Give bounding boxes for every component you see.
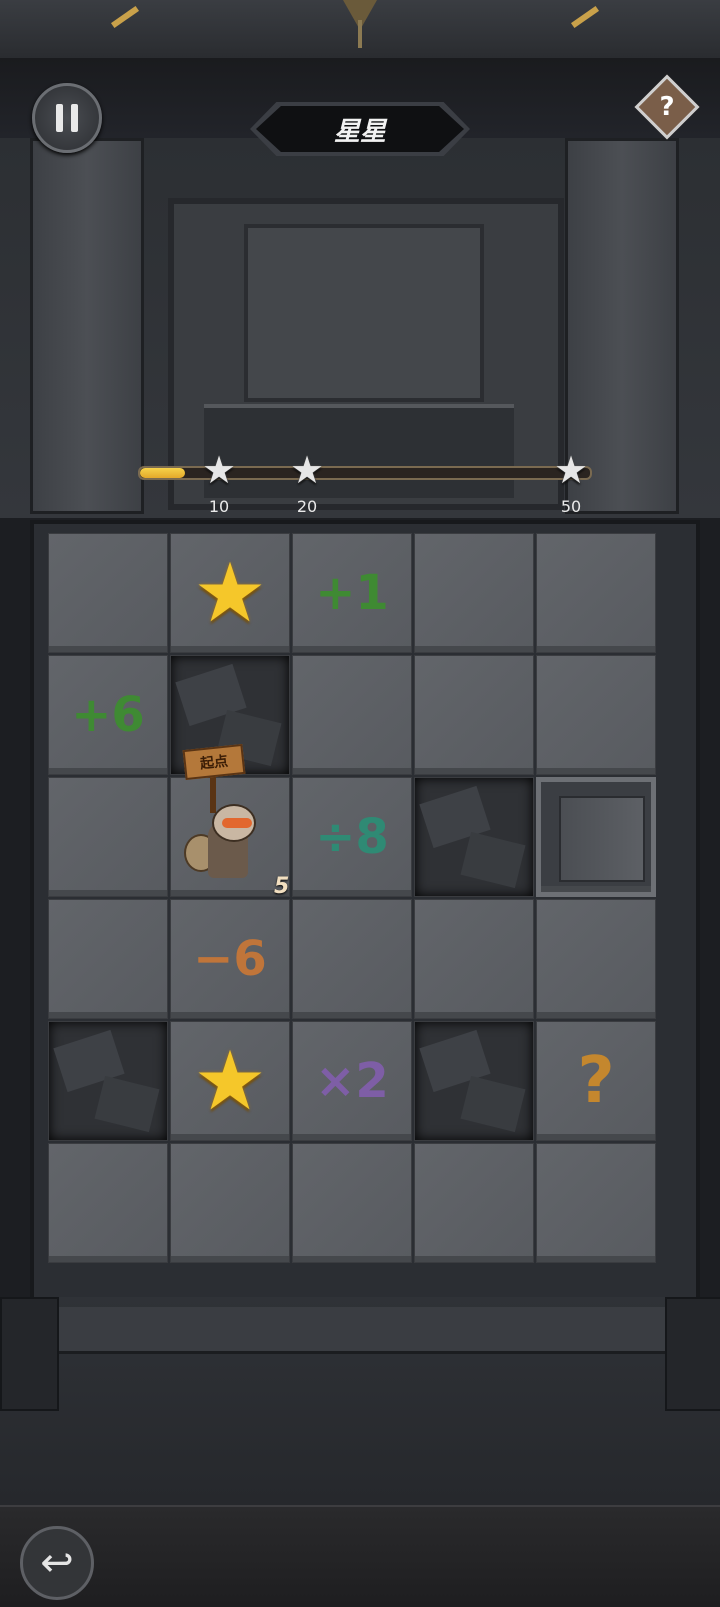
- lower-wall: [0, 1297, 720, 1505]
- pause-icon-bar-right: [71, 104, 78, 132]
- board-tile[interactable]: [48, 777, 168, 897]
- board-tile[interactable]: [292, 1143, 412, 1263]
- board-tile[interactable]: [48, 533, 168, 653]
- add-tile[interactable]: +1: [292, 533, 412, 653]
- back-button[interactable]: ↩: [20, 1526, 94, 1600]
- broken-tile: [414, 1021, 534, 1141]
- milestone-star-icon: ★: [553, 448, 589, 492]
- milestone-star-icon: ★: [289, 448, 325, 492]
- board-tile[interactable]: [170, 1143, 290, 1263]
- subtract-tile[interactable]: −6: [170, 899, 290, 1019]
- board-tile[interactable]: [536, 899, 656, 1019]
- board-tile[interactable]: [414, 533, 534, 653]
- top-notch-line: [358, 20, 362, 48]
- tile-value: +6: [71, 687, 145, 743]
- tile-value: +1: [315, 565, 389, 621]
- star-tile[interactable]: ★: [170, 1021, 290, 1141]
- character-goggles: [222, 818, 252, 828]
- board-tile[interactable]: [292, 655, 412, 775]
- board-tile[interactable]: [48, 899, 168, 1019]
- question-mark-icon: ?: [577, 1044, 615, 1118]
- board-tile[interactable]: [536, 533, 656, 653]
- star-icon: ★: [193, 545, 267, 641]
- top-glint-right: [570, 5, 600, 29]
- wall-ledge: [50, 1307, 670, 1354]
- pause-icon-bar-left: [56, 104, 63, 132]
- board-tile[interactable]: [536, 1143, 656, 1263]
- bottom-bar: [0, 1505, 720, 1607]
- board-tile[interactable]: [48, 1143, 168, 1263]
- broken-tile: [414, 777, 534, 897]
- mystery-tile[interactable]: ?: [536, 1021, 656, 1141]
- multiply-tile[interactable]: ×2: [292, 1021, 412, 1141]
- milestone-label: 10: [208, 497, 230, 516]
- tile-value: ×2: [315, 1053, 389, 1109]
- exit-door-icon: [559, 796, 645, 882]
- star-icon: ★: [193, 1033, 267, 1129]
- back-arrow-icon: ↩: [40, 1540, 74, 1586]
- board-tile[interactable]: [414, 1143, 534, 1263]
- star-tile[interactable]: ★: [170, 533, 290, 653]
- tile-value: ÷8: [315, 809, 389, 865]
- milestone-label: 50: [560, 497, 582, 516]
- top-glint-left: [110, 5, 140, 29]
- player-character[interactable]: [184, 800, 268, 890]
- door-step: [204, 404, 514, 498]
- wall-corner-right: [665, 1297, 720, 1411]
- board-tile[interactable]: [292, 899, 412, 1019]
- player-step-count: 5: [274, 874, 290, 899]
- exit-tile[interactable]: [536, 777, 656, 897]
- page-title: 星星: [256, 106, 464, 152]
- board-tile[interactable]: [414, 899, 534, 1019]
- wall-corner-left: [0, 1297, 59, 1411]
- pause-button[interactable]: [32, 83, 102, 153]
- help-icon: ?: [659, 92, 675, 122]
- broken-tile: [48, 1021, 168, 1141]
- add-tile[interactable]: +6: [48, 655, 168, 775]
- board-tile[interactable]: [414, 655, 534, 775]
- background-scene: [0, 138, 720, 518]
- tile-value: −6: [193, 931, 267, 987]
- board-tile[interactable]: [536, 655, 656, 775]
- milestone-star-icon: ★: [201, 448, 237, 492]
- start-sign: 起点: [182, 743, 246, 781]
- pillar-left: [30, 138, 144, 514]
- top-strip: [0, 0, 720, 60]
- divide-tile[interactable]: ÷8: [292, 777, 412, 897]
- milestone-label: 20: [296, 497, 318, 516]
- star-progress-fill: [140, 468, 185, 478]
- door-panel: [244, 224, 484, 402]
